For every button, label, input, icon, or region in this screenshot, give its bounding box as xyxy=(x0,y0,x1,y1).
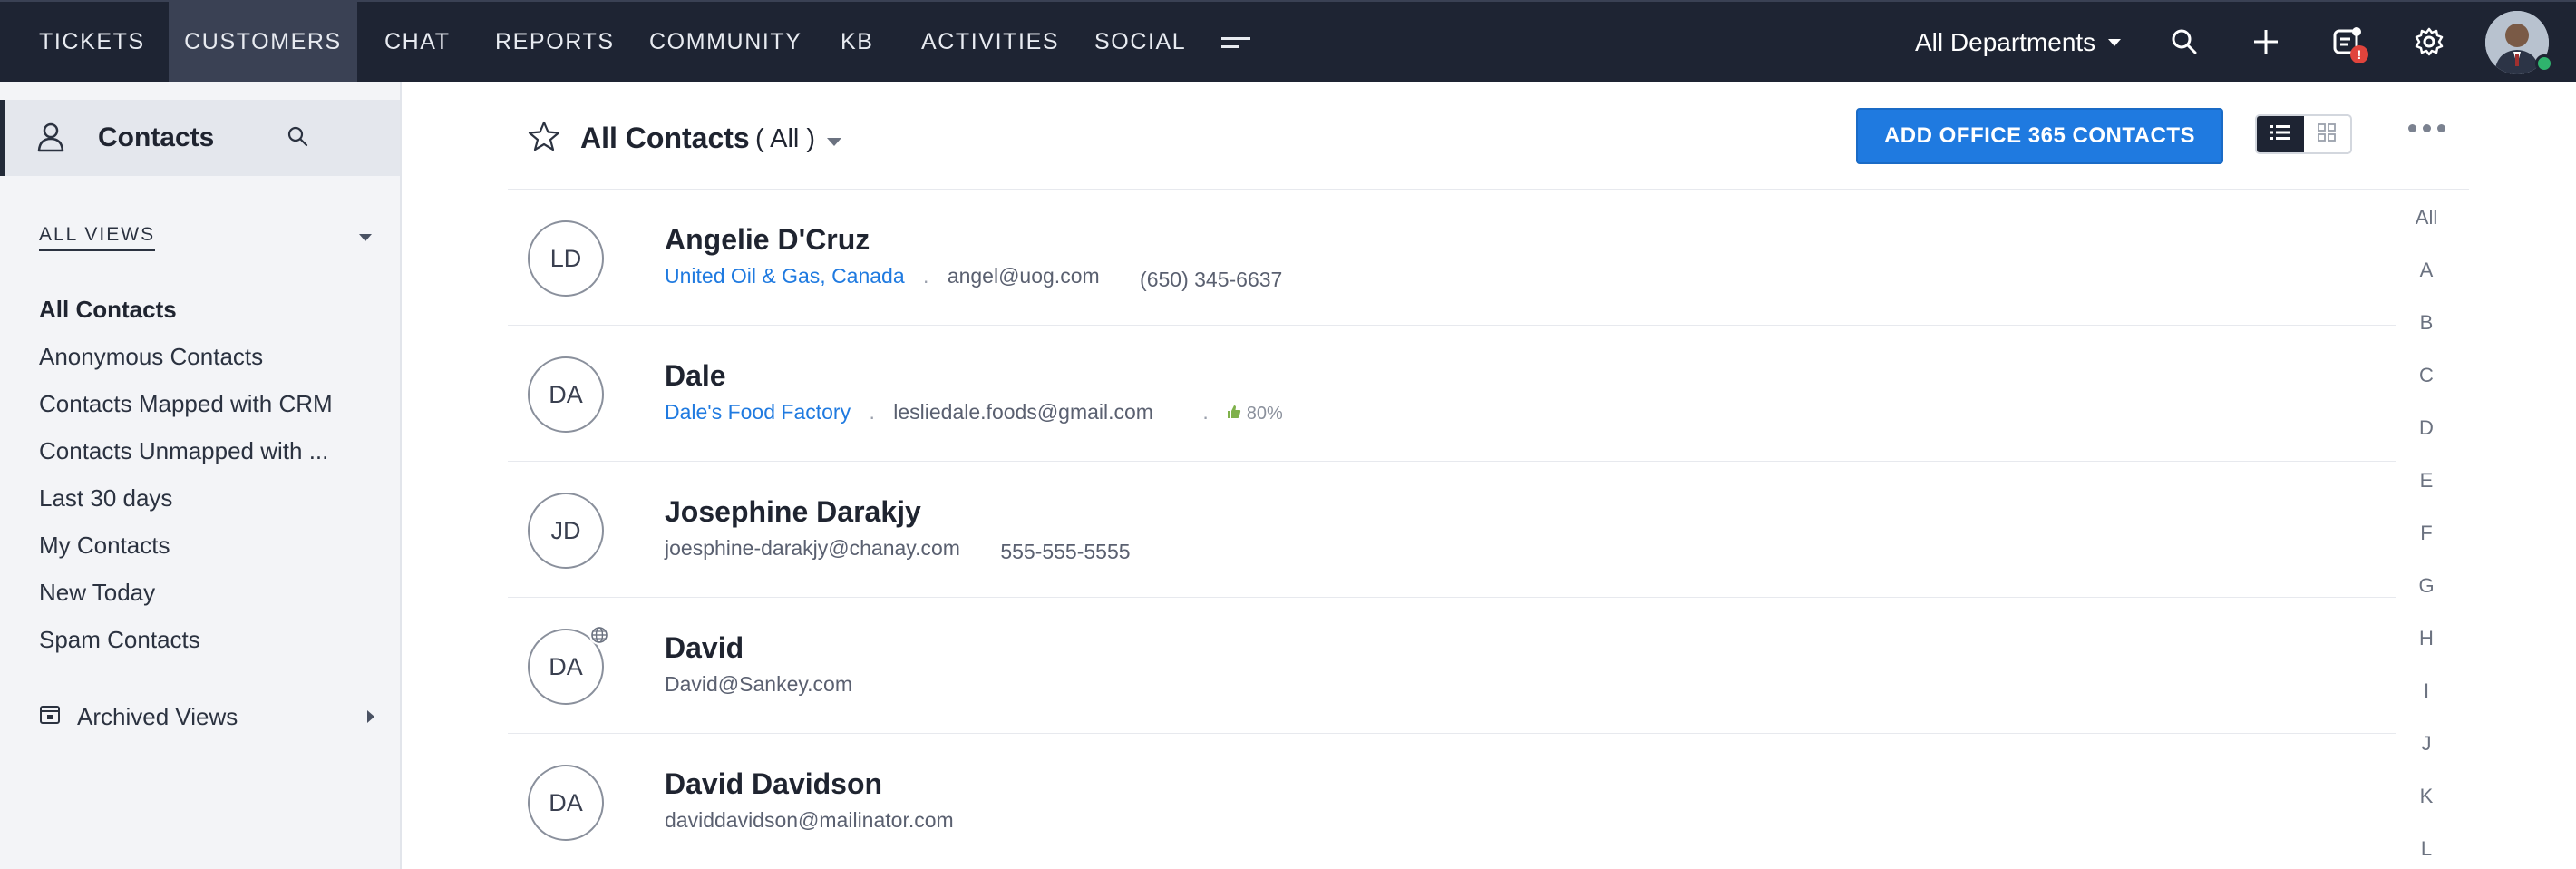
chevron-down-icon[interactable] xyxy=(827,138,841,146)
contact-phone[interactable]: (650) 345-6637 xyxy=(1140,268,1282,291)
contact-name[interactable]: Josephine Darakjy xyxy=(665,495,921,529)
sidebar: Contacts ALL VIEWS All Contacts Anonymou… xyxy=(0,82,402,869)
sidebar-search-icon[interactable] xyxy=(287,125,308,151)
list-icon xyxy=(2270,124,2290,145)
list-view-button[interactable] xyxy=(2257,116,2304,152)
alpha-index-letter[interactable]: G xyxy=(2408,574,2445,598)
add-office-365-contacts-button[interactable]: ADD OFFICE 365 CONTACTS xyxy=(1856,108,2223,164)
chevron-right-icon xyxy=(367,710,374,723)
nav-tab-kb[interactable]: KB xyxy=(841,2,874,82)
nav-tab-community[interactable]: COMMUNITY xyxy=(649,2,802,82)
online-status-indicator xyxy=(2535,54,2553,73)
contact-email[interactable]: joesphine-darakjy@chanay.com xyxy=(665,536,960,560)
more-tabs-icon[interactable] xyxy=(1221,2,1252,82)
contact-meta: David@Sankey.com xyxy=(665,672,852,697)
grid-view-button[interactable] xyxy=(2304,116,2351,152)
star-icon[interactable] xyxy=(528,121,560,156)
thumbs-up-icon xyxy=(1227,404,1241,424)
contact-row[interactable]: DA Dale Dale's Food Factory . lesliedale… xyxy=(508,326,2396,462)
contact-name[interactable]: David xyxy=(665,631,744,665)
contact-name[interactable]: David Davidson xyxy=(665,767,882,801)
contact-account-link[interactable]: Dale's Food Factory xyxy=(665,400,851,424)
alpha-index-letter[interactable]: B xyxy=(2408,311,2445,335)
alpha-index-letter[interactable]: I xyxy=(2408,679,2445,703)
nav-tab-social[interactable]: SOCIAL xyxy=(1094,2,1186,82)
all-views-heading[interactable]: ALL VIEWS xyxy=(39,224,156,251)
chevron-down-icon[interactable] xyxy=(359,234,372,241)
module-header[interactable]: Contacts xyxy=(0,100,400,176)
nav-tab-chat[interactable]: CHAT xyxy=(384,2,451,82)
alpha-index-letter[interactable]: J xyxy=(2408,732,2445,756)
contact-row[interactable]: DA David Davidson daviddavidson@mailinat… xyxy=(508,734,2396,869)
alpha-index-letter[interactable]: K xyxy=(2408,785,2445,808)
alpha-index-all[interactable]: All xyxy=(2408,206,2445,229)
contact-row[interactable]: JD Josephine Darakjy joesphine-darakjy@c… xyxy=(508,462,2396,598)
plus-icon[interactable] xyxy=(2248,24,2284,60)
contact-account-link[interactable]: United Oil & Gas, Canada xyxy=(665,264,905,288)
contact-avatar[interactable]: LD xyxy=(528,220,604,297)
contact-email[interactable]: David@Sankey.com xyxy=(665,672,852,696)
separator-dot: . xyxy=(923,264,929,288)
contact-name[interactable]: Dale xyxy=(665,359,726,393)
chevron-down-icon xyxy=(2108,39,2122,46)
archived-views-label: Archived Views xyxy=(77,702,238,730)
contact-email[interactable]: lesliedale.foods@gmail.com xyxy=(893,400,1153,424)
separator-dot: . xyxy=(1202,400,1209,424)
notification-badge: ! xyxy=(2350,45,2368,63)
contact-avatar[interactable]: DA xyxy=(528,356,604,433)
top-nav-bar: TICKETS CUSTOMERS CHAT REPORTS COMMUNITY… xyxy=(0,0,2576,82)
nav-tab-tickets[interactable]: TICKETS xyxy=(39,2,145,82)
nav-tab-reports[interactable]: REPORTS xyxy=(495,2,615,82)
gear-icon[interactable] xyxy=(2411,24,2447,60)
sidebar-view-mapped-crm[interactable]: Contacts Mapped with CRM xyxy=(39,390,333,418)
sidebar-view-my-contacts[interactable]: My Contacts xyxy=(39,532,170,560)
contact-meta: Dale's Food Factory . lesliedale.foods@g… xyxy=(665,400,1283,425)
archive-icon xyxy=(39,703,61,731)
page-title: All Contacts xyxy=(580,122,750,154)
contact-avatar[interactable]: DA xyxy=(528,765,604,841)
alpha-index-letter[interactable]: E xyxy=(2408,469,2445,493)
more-options-icon[interactable] xyxy=(2408,124,2445,132)
alpha-index-letter[interactable]: C xyxy=(2408,364,2445,387)
contact-avatar[interactable]: JD xyxy=(528,493,604,569)
alpha-index-letter[interactable]: F xyxy=(2408,522,2445,545)
globe-icon xyxy=(589,625,609,645)
grid-icon xyxy=(2318,122,2337,146)
sidebar-view-last-30-days[interactable]: Last 30 days xyxy=(39,484,172,513)
contact-meta: daviddavidson@mailinator.com xyxy=(665,808,954,833)
alpha-index-letter[interactable]: A xyxy=(2408,259,2445,282)
alpha-index-letter[interactable]: D xyxy=(2408,416,2445,440)
person-icon xyxy=(37,122,64,157)
sidebar-view-unmapped-crm[interactable]: Contacts Unmapped with ... xyxy=(39,437,328,465)
contact-email[interactable]: angel@uog.com xyxy=(948,264,1100,288)
contact-meta: United Oil & Gas, Canada . angel@uog.com… xyxy=(665,264,1282,291)
contact-phone[interactable]: 555-555-5555 xyxy=(1000,540,1130,563)
sidebar-view-spam-contacts[interactable]: Spam Contacts xyxy=(39,626,200,654)
nav-tab-customers[interactable]: CUSTOMERS xyxy=(169,2,357,82)
sidebar-view-anonymous-contacts[interactable]: Anonymous Contacts xyxy=(39,343,263,371)
contact-meta: joesphine-darakjy@chanay.com 555-555-555… xyxy=(665,536,1131,563)
happiness-value: 80% xyxy=(1246,404,1283,424)
contact-email[interactable]: daviddavidson@mailinator.com xyxy=(665,808,954,832)
contact-row[interactable]: LD Angelie D'Cruz United Oil & Gas, Cana… xyxy=(508,190,2396,326)
search-icon[interactable] xyxy=(2166,24,2202,60)
happiness-rating: 80% xyxy=(1227,404,1283,424)
department-label: All Departments xyxy=(1915,28,2096,56)
alpha-index-letter[interactable]: L xyxy=(2408,837,2445,861)
sidebar-view-new-today[interactable]: New Today xyxy=(39,579,155,607)
archived-views[interactable]: Archived Views xyxy=(39,698,374,735)
sidebar-view-all-contacts[interactable]: All Contacts xyxy=(39,296,177,324)
nav-tab-activities[interactable]: ACTIVITIES xyxy=(921,2,1059,82)
contact-row[interactable]: DA David David@Sankey.com xyxy=(508,598,2396,734)
view-toggle xyxy=(2255,114,2352,154)
contact-name[interactable]: Angelie D'Cruz xyxy=(665,223,870,257)
alpha-index-letter[interactable]: H xyxy=(2408,627,2445,650)
module-title: Contacts xyxy=(98,122,215,152)
separator-dot: . xyxy=(869,400,875,424)
view-filter[interactable]: ( All ) xyxy=(755,124,815,154)
department-selector[interactable]: All Departments xyxy=(1915,2,2122,83)
